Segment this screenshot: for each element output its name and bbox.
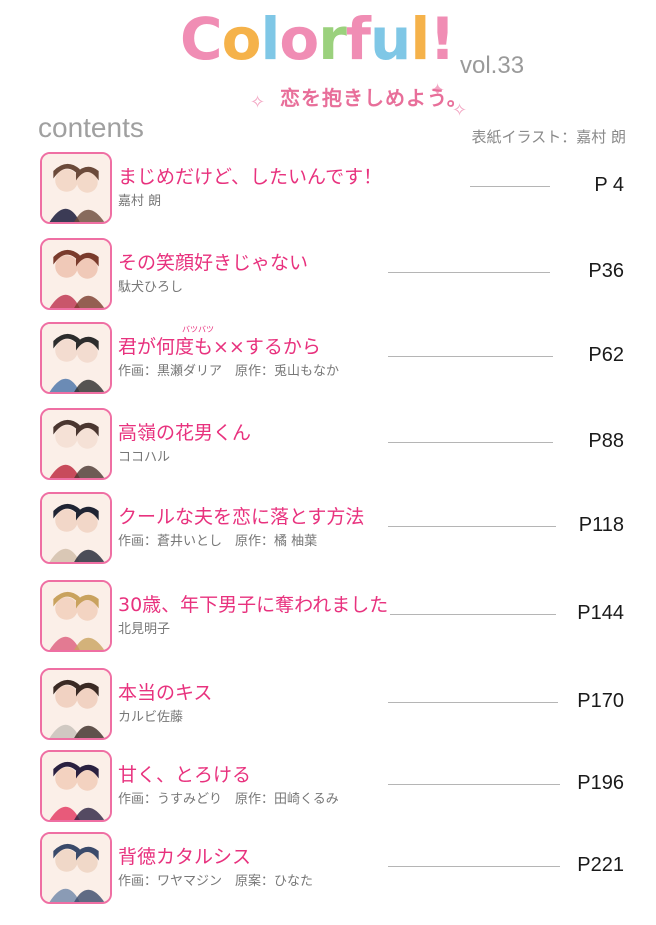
logo-letter: l xyxy=(260,5,280,73)
toc-entry[interactable]: 高嶺の花男くんココハル P88 xyxy=(40,408,640,480)
story-title: 30歳、年下男子に奪われました xyxy=(118,594,389,616)
cover-credit: 表紙イラスト：嘉村 朗 xyxy=(471,128,626,146)
toc-entry[interactable]: 背徳カタルシス作画：ワヤマジン 原案：ひなた P221 xyxy=(40,832,640,904)
story-title: 甘く、とろける xyxy=(118,764,252,786)
story-title: まじめだけど、したいんです！ xyxy=(118,166,383,188)
story-author: 作画：うすみどり 原作：田崎くるみ xyxy=(118,792,339,807)
toc-entry[interactable]: 本当のキスカルビ佐藤 P170 xyxy=(40,668,640,740)
story-author: 作画：黒瀬ダリア 原作：兎山もなか xyxy=(118,364,340,379)
leader-line xyxy=(470,186,550,187)
magazine-subtitle: 恋を抱きしめよう。 xyxy=(280,86,468,110)
page-number: P62 xyxy=(588,344,624,366)
leader-line xyxy=(388,442,553,443)
story-author: ココハル xyxy=(118,450,171,465)
story-author: 駄犬ひろし xyxy=(118,280,184,295)
story-thumbnail xyxy=(40,322,112,394)
logo-letter: u xyxy=(370,5,411,73)
logo-letter: ! xyxy=(429,5,455,73)
story-author: 嘉村 朗 xyxy=(118,194,162,209)
story-title: 君が何度も××するから xyxy=(118,336,321,358)
leader-line xyxy=(388,272,550,273)
story-title: 本当のキス xyxy=(118,682,213,704)
leader-line xyxy=(388,702,558,703)
story-thumbnail xyxy=(40,152,112,224)
toc-entry[interactable]: その笑顔好きじゃない駄犬ひろし P36 xyxy=(40,238,640,310)
page-number: P144 xyxy=(577,602,624,624)
page-number: P88 xyxy=(588,430,624,452)
leader-line xyxy=(388,866,560,867)
logo-letter: C xyxy=(180,5,223,73)
logo-letter: o xyxy=(279,5,319,73)
story-title: クールな夫を恋に落とす方法 xyxy=(118,506,365,528)
logo-letter: r xyxy=(318,5,347,73)
story-title: その笑顔好きじゃない xyxy=(118,252,309,274)
story-thumbnail xyxy=(40,492,112,564)
story-thumbnail xyxy=(40,750,112,822)
page-number: P36 xyxy=(588,260,624,282)
story-author: カルビ佐藤 xyxy=(118,710,184,725)
story-title: 高嶺の花男くん xyxy=(118,422,252,444)
story-thumbnail xyxy=(40,832,112,904)
magazine-logo: Colorful! xyxy=(180,5,456,73)
story-thumbnail xyxy=(40,238,112,310)
logo-letter: o xyxy=(221,5,262,73)
page-number: P221 xyxy=(577,854,624,876)
toc-entry[interactable]: まじめだけど、したいんです！ 嘉村 朗 P 4 xyxy=(40,152,640,224)
toc-entry[interactable]: 甘く、とろける作画：うすみどり 原作：田崎くるみ P196 xyxy=(40,750,640,822)
story-title: 背徳カタルシス xyxy=(118,846,252,868)
leader-line xyxy=(388,356,553,357)
story-author: 作画：蒼井いとし 原作：橘 柚葉 xyxy=(118,534,318,549)
toc-entry[interactable]: 30歳、年下男子に奪われました北見明子 P144 xyxy=(40,580,640,652)
volume-number: vol.33 xyxy=(460,52,525,79)
page-number: P170 xyxy=(577,690,624,712)
logo-letter: f xyxy=(345,5,371,73)
logo-letter: l xyxy=(410,5,430,73)
leader-line xyxy=(390,614,556,615)
sparkle-icon: ✧ xyxy=(250,92,266,113)
contents-heading: contents xyxy=(38,112,144,143)
story-author: 北見明子 xyxy=(118,622,171,637)
page-number: P118 xyxy=(578,514,624,536)
leader-line xyxy=(388,526,556,527)
story-thumbnail xyxy=(40,668,112,740)
leader-line xyxy=(388,784,560,785)
story-author: 作画：ワヤマジン 原案：ひなた xyxy=(118,874,314,889)
page-number: P196 xyxy=(577,772,624,794)
story-thumbnail xyxy=(40,580,112,652)
page-number: P 4 xyxy=(594,174,624,196)
story-thumbnail xyxy=(40,408,112,480)
toc-entry[interactable]: クールな夫を恋に落とす方法作画：蒼井いとし 原作：橘 柚葉 P118 xyxy=(40,492,640,564)
toc-entry[interactable]: 君が何度も××するから作画：黒瀬ダリア 原作：兎山もなか P62 xyxy=(40,322,640,394)
title-ruby: バツバツ xyxy=(182,325,214,334)
